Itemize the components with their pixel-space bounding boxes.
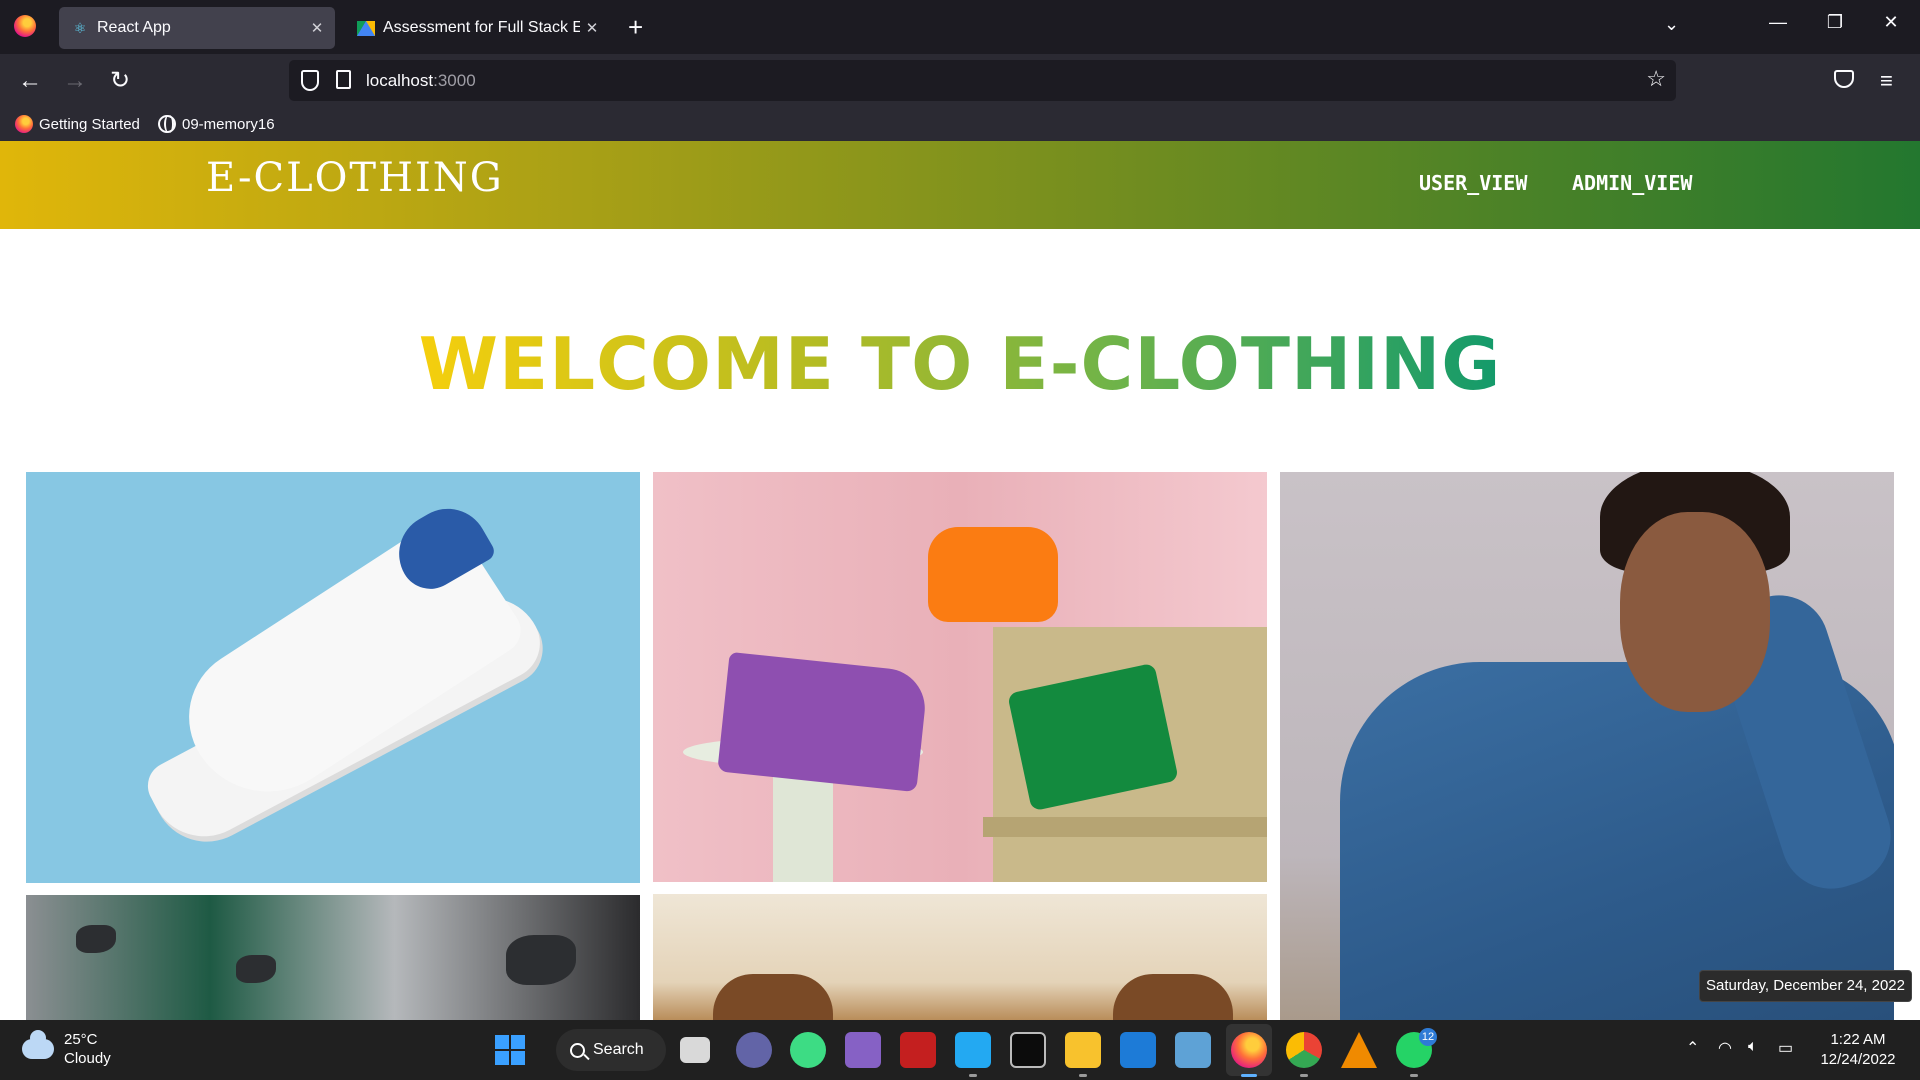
gallery-image-rocks[interactable] bbox=[26, 895, 640, 1020]
browser-nav-bar: ← → ↻ localhost:3000 ☆ ≡ bbox=[0, 54, 1920, 110]
bookmarks-bar: Getting Started 09-memory16 bbox=[0, 110, 1920, 141]
vscode-icon[interactable] bbox=[955, 1032, 991, 1068]
url-text[interactable]: localhost:3000 bbox=[366, 71, 476, 91]
close-icon[interactable]: ✕ bbox=[305, 19, 329, 37]
chrome-icon[interactable] bbox=[1286, 1032, 1322, 1068]
tab-label: Assessment for Full Stack Engin bbox=[383, 19, 580, 36]
vlc-icon[interactable] bbox=[1341, 1032, 1377, 1068]
reload-icon[interactable]: ↻ bbox=[104, 66, 136, 98]
whatsapp-badge: 12 bbox=[1419, 1028, 1437, 1046]
file-explorer-icon[interactable] bbox=[1065, 1032, 1101, 1068]
page-icon bbox=[336, 70, 351, 89]
chevron-down-icon[interactable]: ⌄ bbox=[1664, 14, 1679, 35]
mail-icon[interactable] bbox=[1120, 1032, 1156, 1068]
react-icon: ⚛ bbox=[73, 19, 87, 36]
shield-icon[interactable] bbox=[301, 70, 319, 91]
tab-react-app[interactable]: ⚛ React App ✕ bbox=[59, 7, 335, 49]
gallery-image-sneaker[interactable] bbox=[26, 472, 640, 883]
bookmark-memory16[interactable]: 09-memory16 bbox=[158, 115, 275, 133]
photos-icon[interactable] bbox=[1175, 1032, 1211, 1068]
gallery-image-handbags[interactable] bbox=[653, 472, 1267, 882]
bookmark-star-icon[interactable]: ☆ bbox=[1646, 66, 1666, 92]
gallery-image-denim-model[interactable] bbox=[1280, 472, 1894, 1020]
url-bar[interactable]: localhost:3000 ☆ bbox=[289, 60, 1676, 101]
date-tooltip: Saturday, December 24, 2022 bbox=[1699, 970, 1912, 1002]
back-icon[interactable]: ← bbox=[14, 66, 46, 98]
battery-icon[interactable]: ▭ bbox=[1778, 1038, 1793, 1058]
bookmark-getting-started[interactable]: Getting Started bbox=[15, 115, 140, 133]
brand-logo[interactable]: E-CLOTHING bbox=[206, 155, 504, 201]
globe-icon bbox=[158, 115, 176, 133]
windows-taskbar: 25°C Cloudy Search 12 ⌃ ◠ 🔈︎ ▭ 1:22 AM 1… bbox=[0, 1020, 1920, 1080]
volume-icon[interactable]: 🔈︎ bbox=[1748, 1038, 1758, 1056]
red-app-icon[interactable] bbox=[900, 1032, 936, 1068]
teams-icon[interactable] bbox=[736, 1032, 772, 1068]
weather-condition: Cloudy bbox=[64, 1050, 111, 1067]
forward-icon[interactable]: → bbox=[59, 66, 91, 98]
gallery-image-leather-bags[interactable] bbox=[653, 894, 1267, 1020]
visual-studio-icon[interactable] bbox=[845, 1032, 881, 1068]
weather-widget[interactable]: 25°C Cloudy bbox=[22, 1030, 111, 1068]
taskbar-search[interactable]: Search bbox=[556, 1029, 666, 1071]
firefox-icon bbox=[15, 115, 33, 133]
pocket-icon[interactable] bbox=[1834, 70, 1854, 88]
nav-admin-view[interactable]: ADMIN_VIEW bbox=[1572, 171, 1692, 195]
google-drive-icon bbox=[357, 19, 375, 37]
tab-assessment[interactable]: Assessment for Full Stack Engin ✕ bbox=[345, 7, 610, 49]
wifi-icon[interactable]: ◠ bbox=[1718, 1038, 1732, 1058]
hamburger-menu-icon[interactable]: ≡ bbox=[1880, 68, 1893, 94]
firefox-taskbar-icon[interactable] bbox=[1231, 1032, 1267, 1068]
windows-start-icon[interactable] bbox=[492, 1032, 528, 1068]
cloud-icon bbox=[22, 1030, 54, 1059]
hero-title: WELCOME TO E-CLOTHING bbox=[418, 322, 1502, 406]
tab-label: React App bbox=[97, 19, 171, 36]
task-view-icon[interactable] bbox=[680, 1037, 710, 1063]
search-icon bbox=[570, 1042, 585, 1058]
minimize-icon[interactable]: — bbox=[1758, 12, 1798, 33]
restore-icon[interactable]: ❐ bbox=[1815, 12, 1855, 33]
terminal-icon[interactable] bbox=[1010, 1032, 1046, 1068]
chevron-up-icon[interactable]: ⌃ bbox=[1686, 1038, 1699, 1058]
browser-tab-bar: ⚛ React App ✕ Assessment for Full Stack … bbox=[0, 0, 1920, 54]
android-studio-icon[interactable] bbox=[790, 1032, 826, 1068]
firefox-icon[interactable] bbox=[14, 15, 36, 37]
close-window-icon[interactable]: ✕ bbox=[1871, 12, 1911, 33]
new-tab-icon[interactable]: + bbox=[628, 12, 643, 42]
nav-user-view[interactable]: USER_VIEW bbox=[1419, 171, 1527, 195]
close-icon[interactable]: ✕ bbox=[580, 19, 604, 37]
site-header: E-CLOTHING USER_VIEW ADMIN_VIEW bbox=[0, 141, 1920, 229]
system-clock[interactable]: 1:22 AM 12/24/2022 bbox=[1808, 1030, 1908, 1070]
weather-temp: 25°C bbox=[64, 1031, 98, 1048]
